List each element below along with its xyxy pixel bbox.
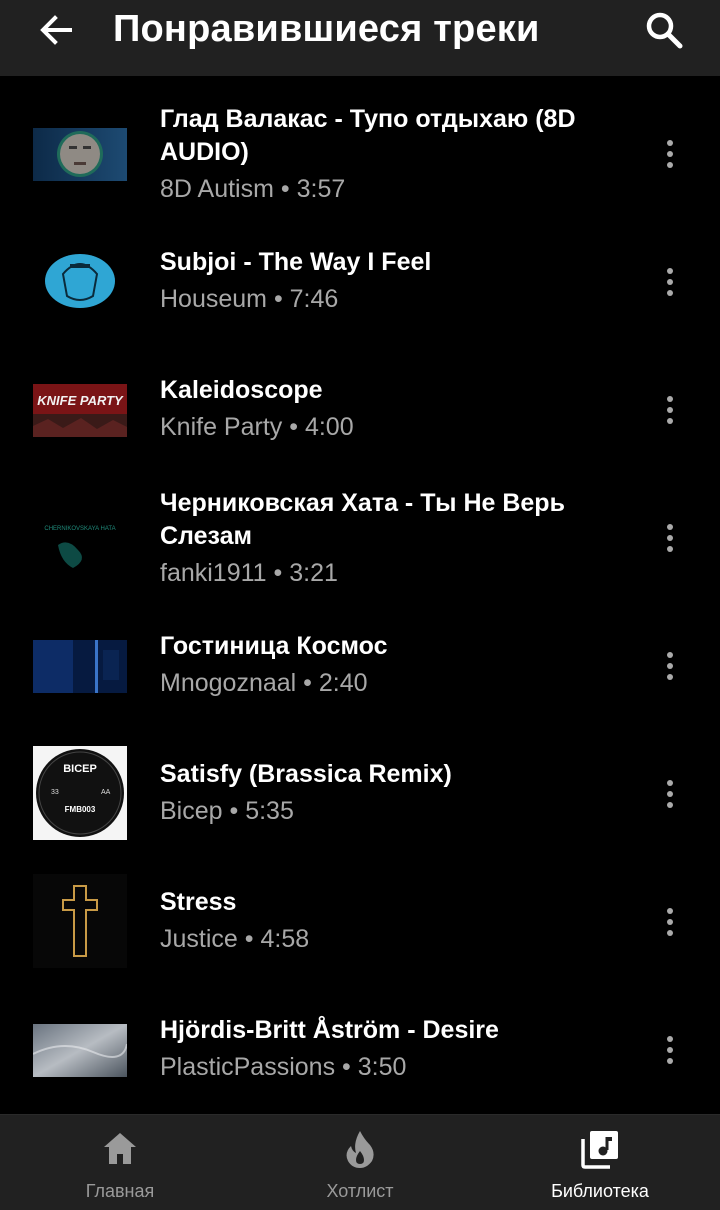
nav-item-library[interactable]: Библиотека [480,1115,720,1210]
more-options-icon[interactable] [657,136,683,172]
track-text: Satisfy (Brassica Remix) Bicep • 5:35 [160,758,630,828]
album-art-text: AA [101,789,111,796]
album-art-text: FMB003 [65,805,96,814]
track-row[interactable]: BICEP 33 AA FMB003 Satisfy (Brassica Rem… [0,736,720,864]
track-thumbnail: CHERNIKOVSKAYA HATA [33,490,127,584]
track-title: Subjoi - The Way I Feel [160,248,432,276]
track-thumbnail: KNIFE PARTY [33,384,127,437]
search-icon[interactable] [642,8,686,52]
track-title: Stress [160,888,237,916]
track-title: Глад Валакас - Тупо отдыхаю (8D AUDIO) [160,105,576,166]
track-subtitle: Bicep • 5:35 [160,797,294,825]
track-text: Глад Валакас - Тупо отдыхаю (8D AUDIO) 8… [160,103,630,206]
track-title: Satisfy (Brassica Remix) [160,760,452,788]
track-text: Kaleidoscope Knife Party • 4:00 [160,374,630,444]
album-art-text: CHERNIKOVSKAYA HATA [44,526,115,532]
track-text: Гостиница Космос Mnogoznaal • 2:40 [160,630,630,700]
more-options-icon[interactable] [657,1032,683,1068]
track-subtitle: fanki1911 • 3:21 [160,559,338,587]
more-options-icon[interactable] [657,904,683,940]
more-options-icon[interactable] [657,648,683,684]
more-options-icon[interactable] [657,392,683,428]
library-music-icon [581,1131,618,1169]
page-title: Понравившиеся треки [113,8,540,50]
nav-item-hotlist[interactable]: Хотлист [240,1115,480,1210]
track-text: Черниковская Хата - Ты Не Верь Слезам fa… [160,487,630,590]
track-subtitle: Knife Party • 4:00 [160,413,354,441]
nav-item-home[interactable]: Главная [0,1115,240,1210]
track-row[interactable]: Subjoi - The Way I Feel Houseum • 7:46 [0,224,720,352]
track-row[interactable]: Глад Валакас - Тупо отдыхаю (8D AUDIO) 8… [0,96,720,224]
track-thumbnail [33,234,127,328]
track-text: Subjoi - The Way I Feel Houseum • 7:46 [160,246,630,316]
nav-item-label: Библиотека [551,1181,649,1201]
track-row[interactable]: CHERNIKOVSKAYA HATA Черниковская Хата - … [0,480,720,608]
album-art-text: 33 [51,789,59,796]
track-thumbnail [33,640,127,693]
track-thumbnail [33,128,127,181]
track-row[interactable]: KNIFE PARTY Kaleidoscope Knife Party • 4… [0,352,720,480]
more-options-icon[interactable] [657,264,683,300]
track-subtitle: Houseum • 7:46 [160,285,339,313]
track-title: Гостиница Космос [160,632,388,660]
track-title: Hjördis-Britt Åström - Desire [160,1016,499,1044]
bottom-navigation: Главная Хотлист Библиотека [0,1114,720,1210]
more-options-icon[interactable] [657,520,683,556]
track-row[interactable]: Гостиница Космос Mnogoznaal • 2:40 [0,608,720,736]
album-art-text: BICEP [63,763,97,775]
fire-icon [346,1131,374,1168]
top-app-bar: Понравившиеся треки [0,0,720,76]
track-row[interactable]: Hjördis-Britt Åström - Desire PlasticPas… [0,992,720,1114]
track-subtitle: PlasticPassions • 3:50 [160,1053,407,1081]
track-list: Глад Валакас - Тупо отдыхаю (8D AUDIO) 8… [0,76,720,1114]
track-subtitle: 8D Autism • 3:57 [160,175,346,203]
nav-item-label: Главная [85,1181,155,1201]
track-subtitle: Justice • 4:58 [160,925,310,953]
track-thumbnail [33,874,127,968]
track-row[interactable]: Stress Justice • 4:58 [0,864,720,992]
track-thumbnail [33,1024,127,1077]
track-thumbnail: BICEP 33 AA FMB003 [33,746,127,840]
track-title: Kaleidoscope [160,376,323,404]
home-icon [104,1133,136,1164]
track-text: Stress Justice • 4:58 [160,886,630,956]
arrow-left-icon[interactable] [36,10,76,50]
track-text: Hjördis-Britt Åström - Desire PlasticPas… [160,1014,630,1084]
more-options-icon[interactable] [657,776,683,812]
track-title: Черниковская Хата - Ты Не Верь Слезам [160,489,565,550]
album-art-text: KNIFE PARTY [37,393,124,408]
track-subtitle: Mnogoznaal • 2:40 [160,669,368,697]
nav-item-label: Хотлист [326,1181,394,1201]
